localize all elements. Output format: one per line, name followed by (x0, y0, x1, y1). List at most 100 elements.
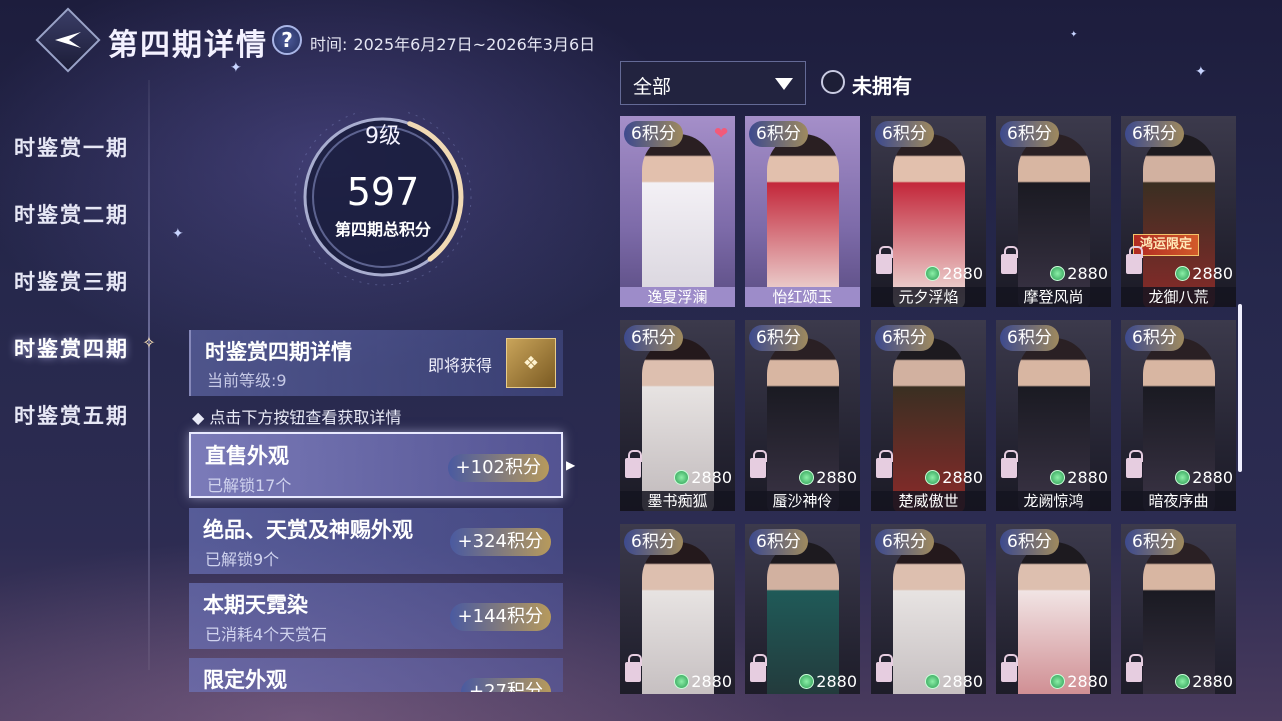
price-tag: 2880 (1050, 264, 1108, 283)
price-tag: 2880 (925, 264, 983, 283)
lock-icon (1001, 246, 1018, 274)
sparkle-icon: ✦ (1070, 30, 1078, 40)
price-tag: 2880 (925, 672, 983, 691)
category-name: 绝品、天赏及神赐外观 (203, 518, 413, 542)
price-tag: 2880 (1050, 468, 1108, 487)
price-tag: 2880 (799, 468, 857, 487)
outfit-card[interactable]: 6积分 2880 (996, 524, 1111, 694)
character-portrait (767, 134, 839, 307)
hint-label: 点击下方按钮查看获取详情 (209, 408, 402, 427)
caret-down-icon (775, 78, 793, 90)
lock-icon (625, 450, 642, 478)
category-points: +102积分 (447, 454, 549, 482)
points-badge: 6积分 (1000, 325, 1059, 351)
points-badge: 6积分 (1125, 325, 1184, 351)
points-badge: 6积分 (1125, 121, 1184, 147)
outfit-card[interactable]: 6积分 2880 (745, 524, 860, 694)
price-value: 2880 (942, 672, 983, 691)
sparkle-icon: ✦ (1195, 64, 1207, 80)
lock-icon (750, 450, 767, 478)
lock-icon (1126, 654, 1143, 682)
points-badge: 6积分 (749, 529, 808, 555)
category-points: +144积分 (449, 603, 551, 631)
back-button[interactable] (35, 7, 101, 73)
price-value: 2880 (1067, 672, 1108, 691)
price-value: 2880 (816, 672, 857, 691)
details-title: 时鉴赏四期详情 (205, 340, 352, 364)
outfit-name: 元夕浮焰 (871, 287, 986, 307)
unowned-toggle[interactable] (821, 70, 845, 94)
nav-item-period-2[interactable]: 时鉴赏二期 (14, 199, 129, 229)
lock-icon (625, 654, 642, 682)
price-value: 2880 (691, 468, 732, 487)
outfit-card[interactable]: 6积分 2880 元夕浮焰 (871, 116, 986, 307)
outfit-card[interactable]: 6积分 2880 楚威傲世 (871, 320, 986, 511)
outfit-name: 墨书痴狐 (620, 491, 735, 511)
points-badge: 6积分 (624, 121, 683, 147)
points-badge: 6积分 (749, 325, 808, 351)
jade-coin-icon (1175, 674, 1191, 689)
score-ring: 9级 597 第四期总积分 (288, 112, 472, 292)
category-sub: 已消耗4个天赏石 (205, 625, 328, 644)
points-badge: 6积分 (749, 121, 808, 147)
outfit-card[interactable]: 6积分 2880 (620, 524, 735, 694)
price-tag: 2880 (799, 672, 857, 691)
price-value: 2880 (1192, 672, 1233, 691)
price-value: 2880 (942, 264, 983, 283)
outfit-name: 龙阙惊鸿 (996, 491, 1111, 511)
current-level: 当前等级:9 (207, 371, 287, 390)
outfit-name: 龙御八荒 (1121, 287, 1236, 307)
lock-icon (1126, 450, 1143, 478)
price-value: 2880 (1067, 264, 1108, 283)
category-dye[interactable]: 本期天霓染 已消耗4个天赏石 +144积分 (189, 583, 563, 649)
nav-item-period-4[interactable]: 时鉴赏四期 (14, 333, 129, 363)
grid-scrollbar[interactable] (1238, 304, 1242, 472)
outfit-card[interactable]: 6积分 2880 龙阙惊鸿 (996, 320, 1111, 511)
outfit-card[interactable]: 6积分 2880 蜃沙神伶 (745, 320, 860, 511)
outfit-card[interactable]: 6积分 2880 (1121, 524, 1236, 694)
unowned-label[interactable]: 未拥有 (852, 70, 912, 99)
total-score-label: 第四期总积分 (334, 220, 431, 239)
frame-icon[interactable]: ❖ (506, 338, 556, 388)
price-value: 2880 (1192, 264, 1233, 283)
filter-dropdown[interactable]: 全部 (620, 61, 806, 105)
nav-item-period-1[interactable]: 时鉴赏一期 (14, 132, 129, 162)
outfit-card[interactable]: 6积分 2880 摩登风尚 (996, 116, 1111, 307)
outfit-card[interactable]: 6积分 鸿运限定 2880 龙御八荒 (1121, 116, 1236, 307)
category-premium[interactable]: 绝品、天赏及神赐外观 已解锁9个 +324积分 (189, 508, 563, 574)
category-name: 限定外观 (203, 668, 287, 692)
nav-item-period-3[interactable]: 时鉴赏三期 (14, 266, 129, 296)
points-badge: 6积分 (875, 529, 934, 555)
points-badge: 6积分 (875, 121, 934, 147)
lock-icon (1001, 450, 1018, 478)
lock-icon (876, 654, 893, 682)
back-arrow-icon (55, 32, 81, 48)
category-direct-sale[interactable]: 直售外观 已解锁17个 +102积分 (189, 432, 563, 498)
period-details-card[interactable]: 时鉴赏四期详情 当前等级:9 即将获得 ❖ (189, 330, 563, 396)
outfit-card[interactable]: 6积分 2880 (871, 524, 986, 694)
lock-icon (1001, 654, 1018, 682)
price-tag: 2880 (674, 468, 732, 487)
outfit-name: 摩登风尚 (996, 287, 1111, 307)
level-label: 9级 (365, 124, 401, 149)
outfit-card[interactable]: 6积分 怡红颂玉 (745, 116, 860, 307)
active-marker-icon: ✧ (142, 333, 156, 352)
points-badge: 6积分 (624, 325, 683, 351)
period-text: 时间: 2025年6月27日~2026年3月6日 (310, 31, 595, 55)
heart-icon[interactable]: ❤ (714, 124, 728, 144)
sparkle-icon: ✦ (172, 226, 184, 242)
outfit-name: 楚威傲世 (871, 491, 986, 511)
jade-coin-icon (1175, 266, 1191, 281)
outfit-card[interactable]: 6积分 2880 墨书痴狐 (620, 320, 735, 511)
period-value: 2025年6月27日~2026年3月6日 (353, 35, 596, 54)
jade-coin-icon (674, 470, 690, 485)
help-icon[interactable]: ? (272, 25, 302, 55)
price-tag: 2880 (1175, 264, 1233, 283)
outfit-card[interactable]: 6积分 ❤ 逸夏浮澜 (620, 116, 735, 307)
nav-item-period-5[interactable]: 时鉴赏五期 (14, 400, 129, 430)
character-portrait (642, 134, 714, 307)
outfit-card[interactable]: 6积分 2880 暗夜序曲 (1121, 320, 1236, 511)
outfit-grid[interactable]: 6积分 ❤ 逸夏浮澜 6积分 怡红颂玉 6积分 2880 元夕浮焰 6积分 2880 摩登风尚 6积分… (615, 112, 1243, 694)
category-limited[interactable]: 限定外观 +27积分 (189, 658, 563, 692)
period-label: 时间: (310, 35, 348, 54)
